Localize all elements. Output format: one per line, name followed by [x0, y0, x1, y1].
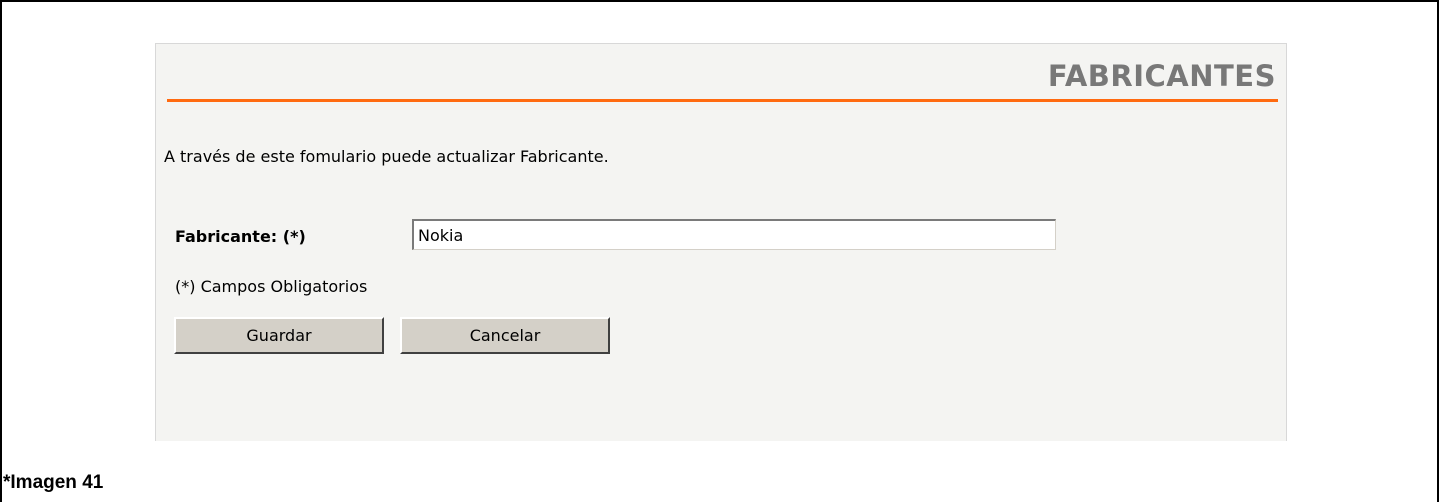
manufacturer-input[interactable] [412, 219, 1056, 250]
title-divider [167, 99, 1278, 102]
cancel-button[interactable]: Cancelar [400, 317, 610, 354]
intro-text: A través de este fomulario puede actuali… [164, 147, 609, 166]
manufacturer-label: Fabricante: (*) [175, 227, 306, 246]
page-title: FABRICANTES [1047, 59, 1276, 93]
save-button[interactable]: Guardar [174, 317, 384, 354]
figure-caption: *Imagen 41 [3, 472, 104, 493]
form-panel: FABRICANTES A través de este fomulario p… [155, 43, 1287, 441]
required-fields-note: (*) Campos Obligatorios [175, 277, 368, 296]
